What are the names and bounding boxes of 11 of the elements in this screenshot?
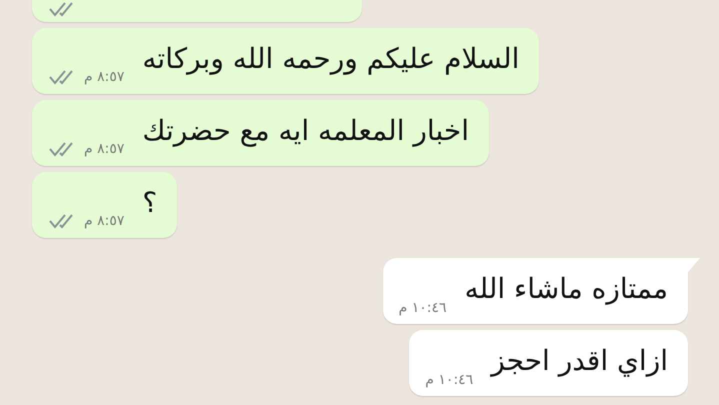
message-text: ازاي اقدر احجز <box>491 344 668 379</box>
message-text: السلام عليكم ورحمه الله وبركاته <box>142 42 520 77</box>
message-time: ٨:٥٧ م <box>84 141 124 157</box>
bubble-tail-icon <box>688 258 700 272</box>
message-time: ١٠:٤٦ م <box>425 372 474 388</box>
message-time: ٨:٥٧ م <box>84 213 124 229</box>
message-text: ممتازه ماشاء الله <box>464 272 668 307</box>
message-text: ؟ <box>142 186 158 221</box>
message-text: اخبار المعلمه ايه مع حضرتك <box>142 114 469 149</box>
message-time: ٨:٥٧ م <box>84 69 124 85</box>
message-time: ١٠:٤٦ م <box>398 300 447 316</box>
